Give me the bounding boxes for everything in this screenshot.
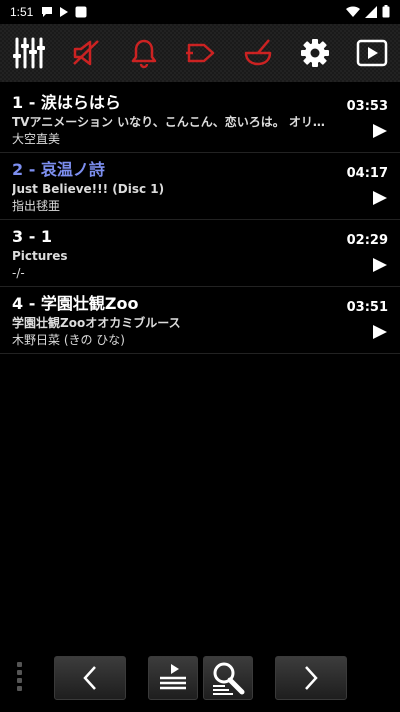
play-screen-icon[interactable]: [352, 33, 392, 73]
play-icon: [59, 3, 69, 22]
toolbar: [0, 24, 400, 82]
tag-icon[interactable]: [181, 33, 221, 73]
track-title: 1 - 涙はらはら: [12, 93, 121, 112]
bell-icon[interactable]: [124, 33, 164, 73]
play-icon[interactable]: [373, 325, 387, 339]
wifi-icon: [346, 3, 360, 22]
track-title: 2 - 哀温ノ詩: [12, 160, 105, 179]
track-album: Just Believe!!! (Disc 1): [12, 182, 165, 196]
speaker-muted-icon[interactable]: [67, 33, 107, 73]
play-icon[interactable]: [373, 124, 387, 138]
play-icon[interactable]: [373, 191, 387, 205]
track-duration: 04:17: [346, 166, 388, 181]
battery-icon: [382, 3, 390, 22]
track-album: TVアニメーション いなり、こんこん、恋いろは。 オリジナルサウンドトラック: [12, 115, 334, 129]
track-artist: -/-: [12, 266, 25, 280]
equalizer-icon[interactable]: [10, 33, 50, 73]
track-album: Pictures: [12, 249, 68, 263]
track-artist: 大空直美: [12, 132, 61, 146]
notification-icon: [41, 3, 53, 22]
track-duration: 03:51: [346, 300, 388, 315]
menu-handle-icon[interactable]: [16, 662, 24, 694]
chevron-left-icon: [83, 666, 96, 690]
mortar-pestle-icon[interactable]: [238, 33, 278, 73]
track-row-3[interactable]: 3 - 1 Pictures -/- 02:29: [0, 220, 400, 287]
playlist-button[interactable]: [148, 656, 198, 700]
track-artist: 木野日菜 (きの ひな): [12, 333, 125, 347]
status-time: 1:51: [10, 5, 34, 19]
track-row-4[interactable]: 4 - 学園壮観Zoo 学園壮観Zooオオカミブルース 木野日菜 (きの ひな)…: [0, 287, 400, 354]
track-list: 1 - 涙はらはら TVアニメーション いなり、こんこん、恋いろは。 オリジナル…: [0, 86, 400, 354]
app-icon: [75, 3, 87, 22]
track-duration: 03:53: [346, 99, 388, 114]
track-album: 学園壮観Zooオオカミブルース: [12, 316, 181, 330]
bottom-bar: [0, 652, 400, 704]
playlist-icon: [160, 664, 186, 690]
search-button[interactable]: [203, 656, 253, 700]
chevron-right-icon: [305, 666, 318, 690]
track-row-1[interactable]: 1 - 涙はらはら TVアニメーション いなり、こんこん、恋いろは。 オリジナル…: [0, 86, 400, 153]
next-button[interactable]: [275, 656, 347, 700]
track-row-2[interactable]: 2 - 哀温ノ詩 Just Believe!!! (Disc 1) 指出毬亜 0…: [0, 153, 400, 220]
track-title: 3 - 1: [12, 227, 53, 246]
play-icon[interactable]: [373, 258, 387, 272]
track-duration: 02:29: [346, 233, 388, 248]
search-icon: [213, 662, 245, 695]
cell-signal-icon: [365, 3, 377, 22]
gear-icon[interactable]: [295, 33, 335, 73]
previous-button[interactable]: [54, 656, 126, 700]
track-artist: 指出毬亜: [12, 199, 61, 213]
track-title: 4 - 学園壮観Zoo: [12, 294, 139, 313]
status-bar: 1:51: [0, 0, 400, 24]
